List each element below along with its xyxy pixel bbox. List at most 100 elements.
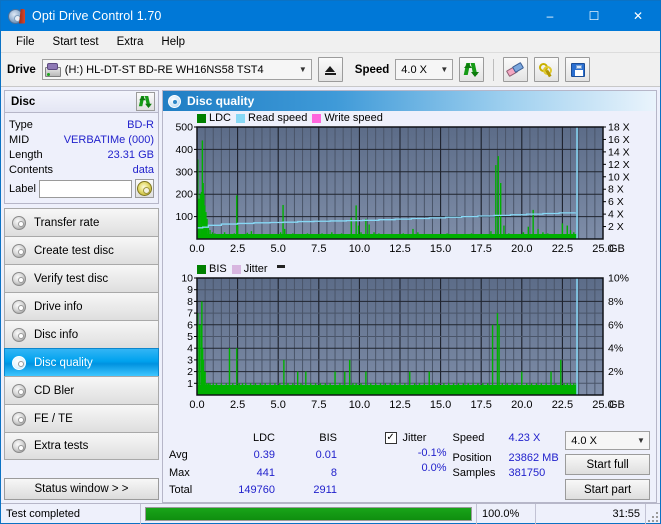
disc-icon [12, 243, 26, 258]
jitter-checkbox[interactable]: ✓ [384, 431, 397, 444]
svg-text:GB: GB [609, 399, 625, 411]
svg-text:2.5: 2.5 [230, 243, 245, 255]
disc-mid-label: MID [9, 133, 30, 146]
menu-help[interactable]: Help [152, 33, 194, 51]
app-disc-icon [8, 8, 25, 25]
svg-text:10 X: 10 X [608, 171, 630, 183]
minimize-button[interactable]: – [528, 1, 572, 31]
svg-text:10: 10 [181, 273, 193, 285]
legend-item-jitter: Jitter [231, 263, 268, 275]
disc-length-label: Length [9, 148, 43, 161]
disc-panel-header: Disc [5, 91, 158, 113]
jitter-marker-icon [276, 264, 285, 268]
chevron-down-icon: ▼ [637, 436, 645, 445]
svg-text:18 X: 18 X [608, 122, 630, 134]
sidebar-item-label: FE / TE [34, 412, 73, 425]
svg-text:12 X: 12 X [608, 159, 630, 171]
status-window-button[interactable]: Status window > > [4, 478, 159, 500]
title-bar: Opti Drive Control 1.70 – ☐ ✕ [1, 1, 660, 31]
toolbar-divider [493, 58, 495, 81]
disc-mid-value: VERBATIMe (000) [63, 133, 154, 146]
window-controls: – ☐ ✕ [528, 1, 660, 31]
sidebar-item-label: CD Bler [34, 384, 75, 397]
tools-button[interactable] [534, 57, 560, 82]
disc-icon [12, 383, 26, 398]
start-full-button[interactable]: Start full [565, 454, 650, 475]
disc-icon [12, 355, 26, 370]
legend-swatch-bis [197, 264, 206, 274]
save-button[interactable] [565, 57, 591, 82]
main-panel: Disc quality LDC Read speed Write speed … [162, 90, 657, 503]
maximize-button[interactable]: ☐ [572, 1, 616, 31]
svg-text:22.5: 22.5 [552, 243, 573, 255]
legend-item-write-speed: Write speed [312, 112, 383, 124]
svg-text:10.0: 10.0 [349, 243, 370, 255]
sidebar-item-label: Drive info [34, 300, 83, 313]
svg-text:2.5: 2.5 [230, 399, 245, 411]
close-button[interactable]: ✕ [616, 1, 660, 31]
sidebar-item-fe-te[interactable]: FE / TE [4, 404, 159, 432]
refresh-button[interactable] [459, 57, 485, 82]
stats-bis-total: 2911 [313, 484, 337, 496]
sidebar: Disc Type BD-R MID VERBATIMe (000) Lengt… [4, 90, 159, 503]
sidebar-item-extra-tests[interactable]: Extra tests [4, 432, 159, 460]
svg-text:5: 5 [187, 331, 193, 343]
drive-select-value: (H:) HL-DT-ST BD-RE WH16NS58 TST4 [64, 63, 264, 76]
result-position-label: Position [452, 451, 492, 464]
legend-swatch-ldc [197, 113, 206, 123]
stats-ldc-avg: 0.39 [253, 449, 275, 461]
svg-text:2 X: 2 X [608, 221, 624, 233]
disc-row-contents: Contents data [9, 162, 154, 177]
svg-text:9: 9 [187, 284, 193, 296]
speed-select[interactable]: 4.0 X ▼ [395, 59, 454, 80]
svg-text:100: 100 [175, 211, 193, 223]
menu-start-test[interactable]: Start test [44, 33, 108, 51]
svg-text:17.5: 17.5 [470, 399, 491, 411]
svg-text:8%: 8% [608, 296, 623, 308]
chart-bis-svg: 12345678910 2% 4% 6% 8% 10% 0.0 2.5 5.0 7.5 10.0 12… [181, 273, 629, 412]
svg-text:1: 1 [187, 378, 193, 390]
legend-swatch-read-speed [236, 113, 246, 123]
result-speed-value: 4.23 X [508, 431, 541, 444]
progress-fill [146, 507, 471, 520]
resize-grip[interactable] [646, 504, 660, 524]
sidebar-item-disc-quality[interactable]: Disc quality [4, 348, 159, 376]
charts-container: LDC Read speed Write speed 100 200 300 400 5… [163, 111, 656, 427]
disc-label-button[interactable] [135, 179, 154, 198]
chevron-down-icon: ▼ [298, 65, 307, 74]
test-speed-select[interactable]: 4.0 X ▼ [565, 431, 650, 450]
chart-ldc-legend: LDC Read speed Write speed [197, 112, 383, 124]
legend-label-ldc: LDC [209, 112, 232, 124]
menu-file[interactable]: File [7, 33, 44, 51]
disc-label-input[interactable] [38, 179, 132, 198]
disc-contents-value: data [132, 163, 154, 176]
svg-text:GB: GB [609, 243, 625, 255]
stats-ldc-total: 149760 [238, 484, 275, 496]
svg-text:5.0: 5.0 [271, 243, 286, 255]
legend-swatch-write-speed [312, 113, 322, 123]
sidebar-item-create-test-disc[interactable]: Create test disc [4, 236, 159, 264]
start-part-button[interactable]: Start part [565, 479, 650, 500]
sidebar-item-transfer-rate[interactable]: Transfer rate [4, 208, 159, 236]
svg-text:20.0: 20.0 [511, 243, 532, 255]
disc-icon [12, 411, 26, 426]
sidebar-item-verify-test-disc[interactable]: Verify test disc [4, 264, 159, 292]
disc-info-rows: Type BD-R MID VERBATIMe (000) Length 23.… [5, 113, 158, 203]
legend-label-bis: BIS [209, 263, 227, 275]
erase-button[interactable] [503, 57, 529, 82]
refresh-icon [464, 62, 480, 77]
chevron-down-icon: ▼ [440, 65, 449, 74]
jitter-header: ✓ Jitter [349, 430, 449, 445]
stats-panel: LDC BIS Avg 0.39 0.01 Max 441 8 Total 14… [163, 427, 656, 502]
sidebar-item-disc-info[interactable]: Disc info [4, 320, 159, 348]
disc-refresh-button[interactable] [136, 92, 155, 111]
eject-button[interactable] [317, 57, 343, 82]
test-speed-value: 4.0 X [571, 434, 597, 447]
disc-panel-title: Disc [11, 95, 36, 108]
speed-block: Speed 4.23 X Position 23862 MB Samples 3… [453, 430, 562, 500]
sidebar-item-cd-bler[interactable]: CD Bler [4, 376, 159, 404]
disc-row-mid: MID VERBATIMe (000) [9, 132, 154, 147]
sidebar-item-drive-info[interactable]: Drive info [4, 292, 159, 320]
drive-select[interactable]: (H:) HL-DT-ST BD-RE WH16NS58 TST4 ▼ [41, 59, 312, 80]
menu-extra[interactable]: Extra [108, 33, 153, 51]
